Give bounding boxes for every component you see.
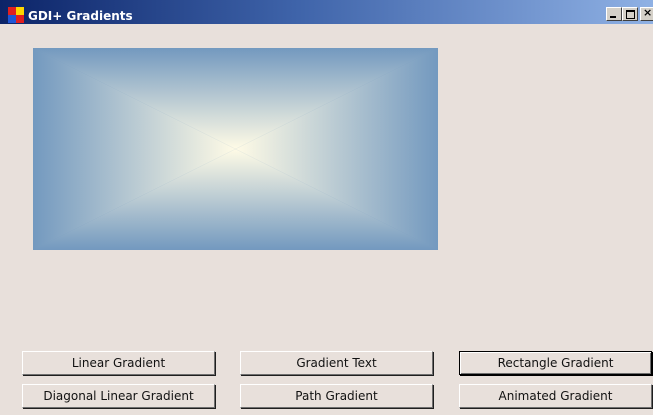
animated-gradient-button[interactable]: Animated Gradient [459, 384, 652, 408]
minimize-icon [610, 16, 616, 18]
close-icon: × [643, 6, 653, 19]
rectangle-gradient-button[interactable]: Rectangle Gradient [459, 351, 652, 375]
app-window: GDI+ Gradients × Linear Gradient Gradien… [0, 0, 653, 415]
window-title: GDI+ Gradients [28, 9, 133, 23]
maximize-button[interactable] [622, 7, 638, 21]
minimize-button[interactable] [606, 7, 622, 21]
rectangle-gradient-image [33, 48, 438, 250]
gradient-text-button[interactable]: Gradient Text [240, 351, 433, 375]
maximize-icon [626, 10, 635, 19]
linear-gradient-button[interactable]: Linear Gradient [22, 351, 215, 375]
app-icon[interactable] [8, 7, 24, 23]
title-bar[interactable]: GDI+ Gradients × [0, 0, 653, 24]
close-button[interactable]: × [640, 7, 653, 21]
diagonal-linear-gradient-button[interactable]: Diagonal Linear Gradient [22, 384, 215, 408]
gradient-canvas [33, 48, 438, 250]
path-gradient-button[interactable]: Path Gradient [240, 384, 433, 408]
